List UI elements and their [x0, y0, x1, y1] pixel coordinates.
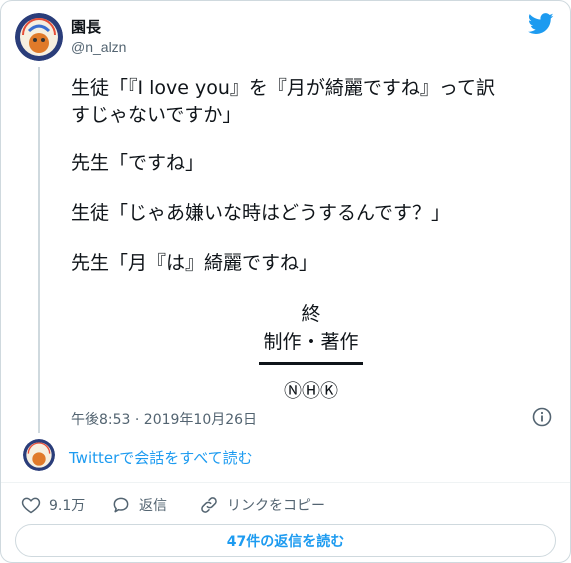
- link-icon: [201, 497, 217, 513]
- like-button[interactable]: 9.1万: [21, 494, 85, 516]
- tweet-line-1: 生徒「『I love you』を『月が綺麗ですね』って訳: [71, 77, 495, 99]
- read-replies-label: 47件の返信を読む: [226, 533, 345, 550]
- ending-end: 終: [301, 303, 321, 325]
- author-name[interactable]: 園長: [71, 16, 101, 37]
- divider: [1, 482, 570, 483]
- reply-label: 返信: [139, 498, 167, 514]
- tweet-line-5: 先生「月『は』綺麗ですね」: [71, 252, 319, 274]
- tweet-line-3: 先生「ですね」: [71, 152, 205, 174]
- ending-underline: [259, 362, 363, 365]
- author-avatar-small[interactable]: [23, 439, 55, 471]
- read-conversation-link[interactable]: Twitterで会話をすべて読む: [69, 447, 253, 468]
- reply-button[interactable]: 返信: [111, 494, 167, 516]
- thread-line: [38, 67, 40, 433]
- info-icon[interactable]: [532, 407, 552, 427]
- tweet-line-4: 生徒「じゃあ嫌いな時はどうするんです？」: [71, 202, 451, 224]
- like-count: 9.1万: [49, 498, 86, 514]
- author-handle[interactable]: @n_alzn: [71, 39, 126, 55]
- tweet-line-2: すじゃないですか」: [71, 104, 242, 126]
- tweet-timestamp[interactable]: 午後8:53 · 2019年10月26日: [71, 409, 257, 429]
- reply-bubble-icon: [113, 497, 129, 513]
- tweet-card: 園長 @n_alzn 生徒「『I love you』を『月が綺麗ですね』って訳 …: [0, 0, 571, 563]
- author-avatar[interactable]: [15, 13, 63, 61]
- ending-credit: 制作・著作: [263, 331, 359, 353]
- read-replies-button[interactable]: 47件の返信を読む: [15, 524, 556, 557]
- copy-link-button[interactable]: リンクをコピー: [199, 494, 325, 516]
- copy-link-label: リンクをコピー: [227, 498, 325, 514]
- heart-icon: [21, 497, 41, 514]
- twitter-bird-icon[interactable]: [528, 13, 554, 35]
- ending-logo: ⓃⒽⓀ: [284, 381, 338, 402]
